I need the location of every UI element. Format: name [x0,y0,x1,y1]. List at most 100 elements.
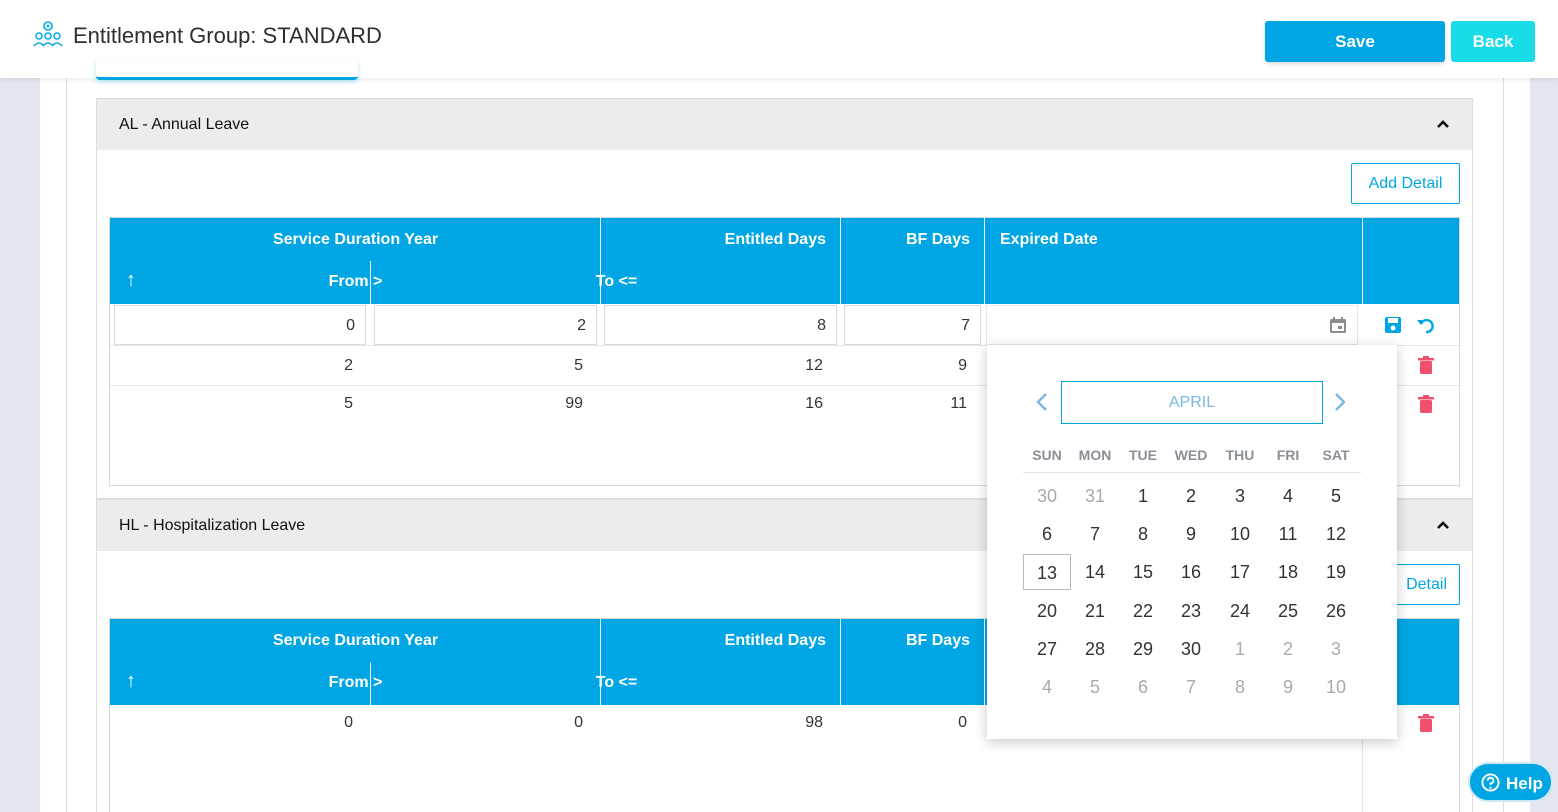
datepicker-popup: APRIL SUN MON TUE WED THU FRI SAT 30 31 1 2 3 4 5 6 7 8… [987,345,1397,739]
active-tab-indicator[interactable] [96,60,358,80]
cell-to: 5 [574,357,583,374]
calendar-day[interactable]: 8 [1119,516,1167,552]
calendar-day[interactable]: 21 [1071,593,1119,629]
panel-title: AL - Annual Leave [119,116,250,133]
header-from[interactable]: From > [110,261,382,304]
calendar-day[interactable]: 13 [1023,554,1071,591]
calendar-day[interactable]: 30 [1167,631,1215,667]
cell-entitled: 98 [805,714,823,731]
delete-icon[interactable] [1416,713,1436,733]
sort-arrow-icon[interactable]: ↑ [126,269,136,292]
help-button[interactable]: Help [1468,762,1553,802]
calendar-day[interactable]: 22 [1119,593,1167,629]
calendar-day[interactable]: 1 [1119,478,1167,514]
save-row-icon[interactable] [1383,315,1403,335]
chevron-up-icon[interactable] [1436,117,1450,131]
calendar-day[interactable]: 20 [1023,593,1071,629]
calendar-day[interactable]: 6 [1023,516,1071,552]
header-to[interactable]: To <= [371,261,638,304]
month-selector[interactable]: APRIL [1061,381,1323,424]
cell-from: 2 [344,357,353,374]
panel-header[interactable]: AL - Annual Leave [97,99,1472,150]
calendar-day[interactable]: 18 [1264,554,1312,590]
undo-icon[interactable] [1416,315,1436,335]
header-bf-days[interactable]: BF Days [841,619,985,705]
entitled-days-input[interactable]: 8 [604,305,837,345]
question-icon [1481,773,1500,792]
calendar-day[interactable]: 27 [1023,631,1071,667]
header-bf-days[interactable]: BF Days [841,218,985,304]
cell-entitled: 16 [805,395,823,412]
table-header: Service Duration Year From > To <= ↑ Ent… [110,218,1459,304]
calendar-day[interactable]: 23 [1167,593,1215,629]
cell-to: 0 [574,714,583,731]
calendar-day[interactable]: 9 [1167,516,1215,552]
calendar-day[interactable]: 19 [1312,554,1360,590]
header-entitled-days[interactable]: Entitled Days [601,619,841,705]
to-input[interactable]: 2 [374,305,597,345]
header-service-duration: Service Duration Year From > To <= ↑ [110,619,638,705]
calendar-day-other-month[interactable]: 5 [1071,669,1119,705]
save-button[interactable]: Save [1265,21,1445,62]
calendar-day[interactable]: 7 [1071,516,1119,552]
add-detail-button[interactable]: Add Detail [1351,163,1460,204]
entitlement-group-icon [33,21,63,47]
calendar-day[interactable]: 10 [1216,516,1264,552]
calendar-day[interactable]: 25 [1264,593,1312,629]
from-input[interactable]: 0 [114,305,366,345]
weekday-label: TUE [1129,447,1157,463]
cell-from: 5 [344,395,353,412]
calendar-day[interactable]: 17 [1216,554,1264,590]
sort-arrow-icon[interactable]: ↑ [126,670,136,693]
calendar-day[interactable]: 24 [1216,593,1264,629]
calendar-day-other-month[interactable]: 31 [1071,478,1119,514]
calendar-day[interactable]: 12 [1312,516,1360,552]
cell-bf: 11 [950,395,967,412]
delete-icon[interactable] [1416,394,1436,414]
calendar-icon[interactable] [1328,315,1348,335]
calendar-day[interactable]: 28 [1071,631,1119,667]
calendar-day[interactable]: 2 [1167,478,1215,514]
calendar-day[interactable]: 16 [1167,554,1215,590]
cell-to: 99 [565,395,583,412]
calendar-day-other-month[interactable]: 3 [1312,631,1360,667]
cell-bf: 0 [958,714,967,731]
header-from[interactable]: From > [110,662,382,705]
header-to[interactable]: To <= [371,662,638,705]
calendar-day-other-month[interactable]: 10 [1312,669,1360,705]
delete-icon[interactable] [1416,355,1436,375]
calendar-day[interactable]: 29 [1119,631,1167,667]
chevron-up-icon[interactable] [1436,518,1450,532]
divider [1023,472,1361,473]
calendar-day-other-month[interactable]: 7 [1167,669,1215,705]
cell-entitled: 12 [805,357,823,374]
calendar-day-other-month[interactable]: 9 [1264,669,1312,705]
chevron-right-icon[interactable] [1333,392,1347,412]
panel-title: HL - Hospitalization Leave [119,517,306,534]
calendar-day[interactable]: 5 [1312,478,1360,514]
header-expired-date[interactable]: Expired Date [985,218,1363,304]
calendar-day[interactable]: 3 [1216,478,1264,514]
calendar-day-other-month[interactable]: 4 [1023,669,1071,705]
calendar-day[interactable]: 15 [1119,554,1167,590]
header-service-duration: Service Duration Year From > To <= ↑ [110,218,638,304]
calendar-day[interactable]: 26 [1312,593,1360,629]
cell-from: 0 [344,714,353,731]
calendar-day[interactable]: 11 [1264,516,1312,552]
expired-date-input[interactable] [986,305,1358,345]
header-actions [1363,218,1460,304]
back-button[interactable]: Back [1451,21,1535,62]
calendar-day-other-month[interactable]: 6 [1119,669,1167,705]
calendar-day-other-month[interactable]: 30 [1023,478,1071,514]
chevron-left-icon[interactable] [1035,392,1049,412]
calendar-day-other-month[interactable]: 2 [1264,631,1312,667]
bf-days-input[interactable]: 7 [844,305,981,345]
weekday-label: SUN [1032,447,1062,463]
calendar-day[interactable]: 4 [1264,478,1312,514]
table-row-editing: 0 2 8 7 [110,304,1459,346]
calendar-day-other-month[interactable]: 1 [1216,631,1264,667]
weekday-label: THU [1225,447,1255,463]
calendar-day[interactable]: 14 [1071,554,1119,590]
header-entitled-days[interactable]: Entitled Days [601,218,841,304]
calendar-day-other-month[interactable]: 8 [1216,669,1264,705]
